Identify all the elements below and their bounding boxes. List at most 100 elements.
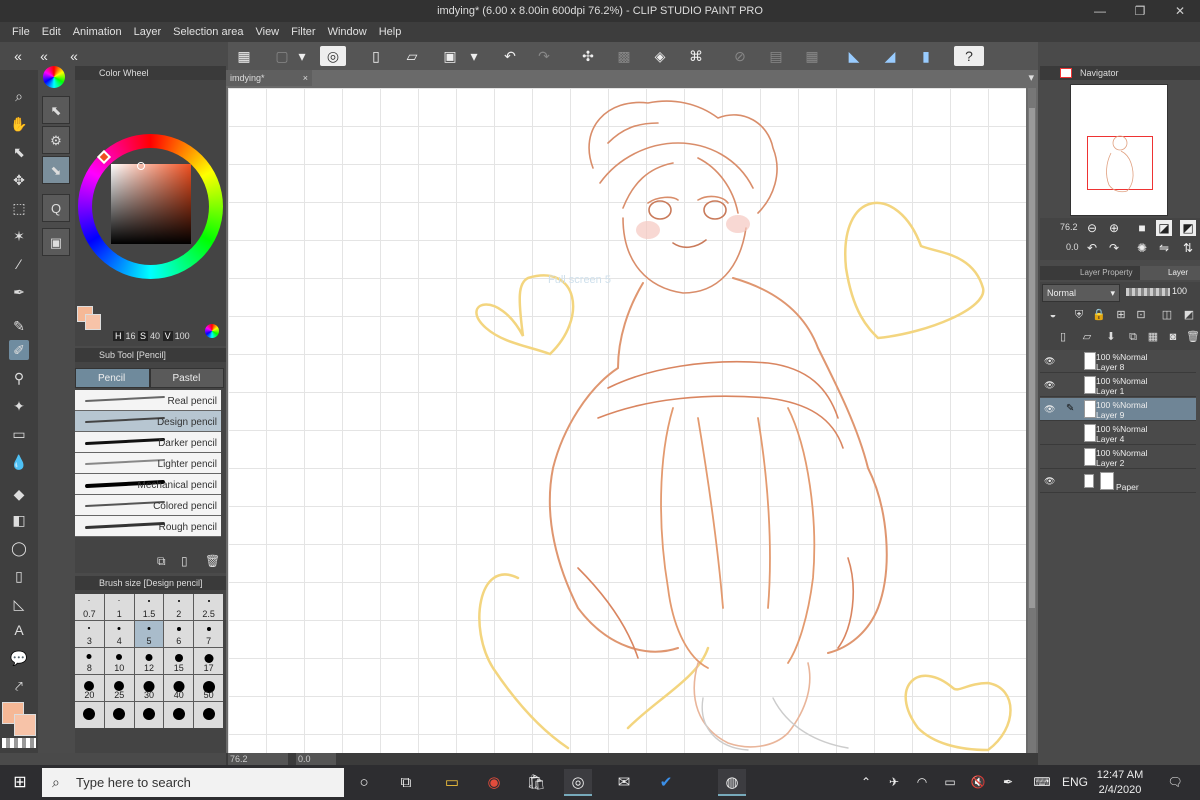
dropdown-icon[interactable]: ▾ xyxy=(292,46,312,66)
actual-size-icon[interactable]: ◩ xyxy=(1180,220,1196,236)
chrome-icon[interactable]: ◉ xyxy=(480,769,508,796)
navigator-zoom-value[interactable]: 76.2 xyxy=(1060,222,1078,232)
size-option[interactable]: 12 xyxy=(134,648,164,674)
brush-tool-icon[interactable]: ✐ xyxy=(9,340,29,360)
size-option[interactable] xyxy=(134,702,164,728)
collapse-left-2-icon[interactable]: « xyxy=(34,46,54,66)
size-option[interactable]: 2 xyxy=(164,594,194,620)
list-item[interactable]: Colored pencil xyxy=(75,495,221,516)
special-ruler-snap-icon[interactable]: ◢ xyxy=(880,46,900,66)
keyboard-icon[interactable]: ⌨ xyxy=(1030,765,1054,800)
rotate-right-icon[interactable]: ↷ xyxy=(1106,240,1122,256)
size-option[interactable] xyxy=(164,702,194,728)
flip-horizontal-icon[interactable]: ⇋ xyxy=(1156,240,1172,256)
close-button[interactable]: ✕ xyxy=(1160,0,1200,22)
menu-selection-area[interactable]: Selection area xyxy=(167,22,249,42)
opacity-value[interactable]: 100 xyxy=(1172,286,1187,296)
store-icon[interactable]: 🛍 xyxy=(522,769,550,796)
table-row-selected[interactable]: 👁 ✎ 100 %Normal Layer 9 xyxy=(1040,398,1196,421)
list-item[interactable]: Rough pencil xyxy=(75,516,221,537)
windows-start-icon[interactable]: ⊞ xyxy=(0,765,40,800)
wifi-icon[interactable]: ◠ xyxy=(912,765,932,800)
zoom-status[interactable]: 76.2 xyxy=(228,753,288,765)
new-file-icon[interactable]: ▯ xyxy=(366,46,386,66)
pen-tool-icon[interactable]: ✒ xyxy=(9,282,29,302)
list-item[interactable]: Real pencil xyxy=(75,390,221,411)
tab-layer-property[interactable]: Layer Property xyxy=(1062,266,1138,280)
ruler-snap-icon[interactable]: ◣ xyxy=(844,46,864,66)
layer-color-icon[interactable]: ◩ xyxy=(1180,306,1198,324)
network-off-icon[interactable]: ✈ xyxy=(884,765,904,800)
size-option[interactable]: 40 xyxy=(164,675,194,701)
size-option[interactable]: 0.7 xyxy=(75,594,104,620)
select-layer-icon[interactable]: ⬊ xyxy=(42,156,70,184)
navigator-preview[interactable] xyxy=(1070,84,1168,216)
battery-icon[interactable]: ▭ xyxy=(940,765,960,800)
size-option[interactable]: 1.5 xyxy=(134,594,164,620)
figure-tool-icon[interactable]: ◯ xyxy=(9,538,29,558)
pen-tray-icon[interactable]: ✒ xyxy=(998,765,1018,800)
menu-filter[interactable]: Filter xyxy=(285,22,321,42)
color-history-icon[interactable] xyxy=(205,324,219,338)
size-option-selected[interactable]: 5 xyxy=(134,621,164,647)
vertical-scrollbar[interactable] xyxy=(1028,88,1036,753)
table-row[interactable]: 100 %Normal Layer 4 xyxy=(1040,422,1196,445)
size-option[interactable] xyxy=(194,702,223,728)
table-row[interactable]: 👁 Paper xyxy=(1040,470,1196,493)
sub-color-chip[interactable] xyxy=(85,314,101,330)
ruler-view-icon[interactable]: ◫ xyxy=(1158,306,1176,324)
close-tab-icon[interactable]: × xyxy=(303,70,308,86)
color-mode-icon[interactable] xyxy=(43,66,65,88)
sub-color-swatch[interactable] xyxy=(14,714,36,736)
new-mask-icon[interactable]: ▦ xyxy=(1144,328,1162,346)
selection-tool-icon[interactable]: ⬚ xyxy=(9,198,29,218)
save-dropdown-icon[interactable]: ▾ xyxy=(464,46,484,66)
list-item[interactable]: Darker pencil xyxy=(75,432,221,453)
pencil-tool-icon[interactable]: ✎ xyxy=(9,316,29,336)
table-row[interactable]: 👁 100 %Normal Layer 1 xyxy=(1040,374,1196,397)
new-subtool-icon[interactable]: ▯ xyxy=(181,554,188,568)
taskbar-clock[interactable]: 12:47 AM 2/4/2020 xyxy=(1090,768,1150,798)
saturation-value-square[interactable] xyxy=(111,164,191,244)
hand-tool-icon[interactable]: ✋ xyxy=(9,114,29,134)
fill-area-icon[interactable]: ▩ xyxy=(614,46,634,66)
move-layer-tool-icon[interactable]: ✥ xyxy=(9,170,29,190)
tool-view-icon[interactable]: ▣ xyxy=(42,228,70,256)
tab-pencil[interactable]: Pencil xyxy=(75,368,150,388)
document-tab[interactable]: imdying* × xyxy=(226,70,312,86)
size-option[interactable] xyxy=(75,702,104,728)
clip-studio-paint-taskbar-icon[interactable]: ◍ xyxy=(718,769,746,796)
new-window-icon[interactable]: ▢ xyxy=(272,46,292,66)
list-item[interactable]: Mechanical pencil xyxy=(75,474,221,495)
menu-view[interactable]: View xyxy=(249,22,285,42)
clip-studio-taskbar-icon[interactable]: ◎ xyxy=(564,769,592,796)
new-raster-layer-icon[interactable]: ▯ xyxy=(1054,328,1072,346)
s-value[interactable]: 40 xyxy=(150,331,160,341)
list-item[interactable]: Design pencil xyxy=(75,411,221,432)
file-explorer-icon[interactable]: ▭ xyxy=(438,769,466,796)
menu-layer[interactable]: Layer xyxy=(128,22,168,42)
opacity-slider[interactable] xyxy=(1126,288,1170,296)
clear-icon[interactable]: ✣ xyxy=(578,46,598,66)
open-file-icon[interactable]: ▱ xyxy=(402,46,422,66)
delete-layer-icon[interactable]: 🗑 xyxy=(1184,328,1200,346)
fit-window-icon[interactable]: ◪ xyxy=(1156,220,1172,236)
transparent-color-swatch[interactable] xyxy=(2,738,36,748)
size-option[interactable]: 25 xyxy=(104,675,134,701)
collapse-left-3-icon[interactable]: « xyxy=(64,46,84,66)
size-option[interactable]: 6 xyxy=(164,621,194,647)
frame-tool-icon[interactable]: ▯ xyxy=(9,566,29,586)
create-mask-icon[interactable]: ◙ xyxy=(1164,328,1182,346)
task-view-icon[interactable]: ⧉ xyxy=(392,769,420,796)
deselect-icon[interactable]: ⊘ xyxy=(730,46,750,66)
mail-icon[interactable]: ✉ xyxy=(610,769,638,796)
zoom-in-tool-icon[interactable]: Q xyxy=(42,194,70,222)
navigator-rotation-value[interactable]: 0.0 xyxy=(1066,242,1079,252)
new-vector-layer-icon[interactable]: ▱ xyxy=(1078,328,1096,346)
fit-view-icon[interactable]: ■ xyxy=(1134,220,1150,236)
help-icon[interactable]: ? xyxy=(954,46,984,66)
blend-tool-icon[interactable]: 💧 xyxy=(9,452,29,472)
size-option[interactable] xyxy=(104,702,134,728)
angle-status[interactable]: 0.0 xyxy=(296,753,336,765)
redo-icon[interactable]: ↷ xyxy=(534,46,554,66)
